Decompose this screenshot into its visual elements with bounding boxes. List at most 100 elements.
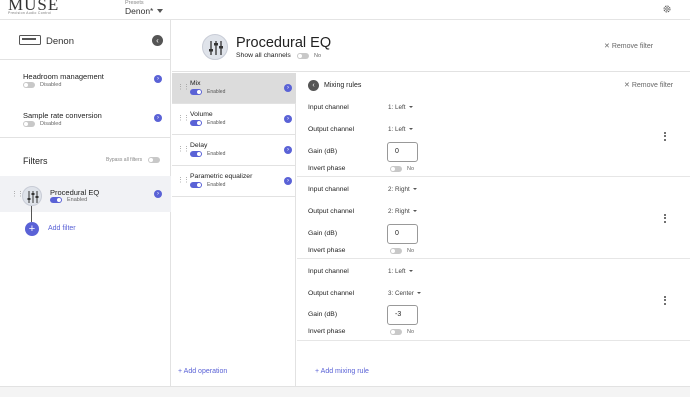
add-filter-button[interactable]: Add filter (48, 225, 76, 232)
output-channel-select[interactable]: 3: Center (388, 290, 421, 297)
page-title: Procedural EQ (236, 35, 332, 51)
input-channel-label: Input channel (308, 268, 349, 275)
operation-state: Enabled (207, 182, 226, 188)
input-channel-label: Input channel (308, 104, 349, 111)
gain-label: Gain (dB) (308, 148, 338, 155)
connector-line (31, 206, 32, 222)
filter-toggle[interactable] (50, 197, 62, 203)
output-channel-label: Output channel (308, 126, 355, 133)
top-bar: MUSE Precision Audio Control Presets Den… (0, 0, 690, 20)
setting-state: Disabled (40, 121, 62, 127)
input-channel-label: Input channel (308, 186, 349, 193)
chevron-right-icon[interactable]: › (154, 190, 162, 198)
gain-input[interactable]: -3 (387, 305, 418, 325)
remove-filter-label: Remove filter (611, 43, 654, 50)
operation-item-delay[interactable]: ⋮⋮ Delay Enabled › (172, 135, 296, 166)
invert-phase-label: Invert phase (308, 165, 346, 172)
drag-handle-icon[interactable]: ⋮⋮ (177, 83, 190, 91)
back-button[interactable]: ‹ (308, 80, 319, 91)
remove-button[interactable]: ✕ Remove filter (624, 81, 673, 89)
gain-label: Gain (dB) (308, 230, 338, 237)
invert-phase-toggle[interactable] (390, 329, 402, 335)
invert-phase-state: No (407, 329, 415, 335)
add-operation-button[interactable]: + Add operation (178, 368, 227, 375)
add-mixing-rule-button[interactable]: + Add mixing rule (315, 368, 369, 375)
invert-phase-label: Invert phase (308, 247, 346, 254)
more-options-icon[interactable] (662, 130, 668, 142)
output-channel-label: Output channel (308, 208, 355, 215)
setting-title: Sample rate conversion (23, 111, 102, 120)
preset-select[interactable]: Denon* (125, 6, 153, 16)
gain-input[interactable]: 0 (387, 142, 418, 162)
bypass-toggle[interactable] (148, 157, 160, 163)
operation-item-mix[interactable]: ⋮⋮ Mix Enabled › (172, 73, 296, 104)
input-channel-select[interactable]: 1: Left (388, 268, 413, 275)
more-options-icon[interactable] (662, 212, 668, 224)
invert-phase-state: No (407, 166, 415, 172)
operation-state: Enabled (207, 89, 226, 95)
filters-heading: Filters (23, 156, 48, 166)
app-logo-subtitle: Precision Audio Control (8, 11, 52, 15)
chevron-right-icon[interactable]: › (284, 177, 292, 185)
drag-handle-icon[interactable]: ⋮⋮ (177, 176, 190, 184)
gain-input[interactable]: 0 (387, 224, 418, 244)
operation-toggle[interactable] (190, 120, 202, 126)
device-header: Denon ‹ (0, 22, 171, 60)
operation-name: Mix (190, 80, 201, 87)
chevron-right-icon[interactable]: › (284, 115, 292, 123)
show-all-channels-label: Show all channels (236, 52, 291, 59)
setting-state: Disabled (40, 82, 62, 88)
filter-name: Procedural EQ (50, 188, 100, 197)
operation-item-volume[interactable]: ⋮⋮ Volume Enabled › (172, 104, 296, 135)
input-channel-select[interactable]: 1: Left (388, 104, 413, 111)
equalizer-icon (202, 34, 228, 60)
output-channel-select[interactable]: 1: Left (388, 126, 413, 133)
remove-filter-button[interactable]: ✕ Remove filter (604, 42, 653, 50)
gear-icon[interactable] (662, 4, 672, 14)
receiver-icon (19, 35, 41, 45)
collapse-button[interactable]: ‹ (152, 35, 163, 46)
device-name: Denon (46, 36, 74, 47)
add-mixing-rule-label: Add mixing rule (320, 368, 369, 375)
operation-state: Enabled (207, 120, 226, 126)
sample-rate-toggle[interactable] (23, 121, 35, 127)
bottom-bar (0, 386, 690, 397)
bypass-label: Bypass all filters (106, 157, 143, 163)
chevron-down-icon[interactable] (157, 9, 163, 13)
chevron-right-icon[interactable]: › (154, 114, 162, 122)
divider (0, 137, 171, 138)
gain-label: Gain (dB) (308, 311, 338, 318)
remove-label: Remove filter (631, 82, 674, 89)
operation-name: Parametric equalizer (190, 173, 253, 180)
filter-state: Enabled (67, 197, 88, 203)
more-options-icon[interactable] (662, 294, 668, 306)
output-channel-label: Output channel (308, 290, 355, 297)
rule-divider (297, 340, 690, 341)
add-filter-icon[interactable]: + (25, 222, 39, 236)
headroom-toggle[interactable] (23, 82, 35, 88)
operation-name: Delay (190, 142, 208, 149)
operation-toggle[interactable] (190, 151, 202, 157)
rule-divider (297, 176, 690, 177)
drag-handle-icon[interactable]: ⋮⋮ (177, 145, 190, 153)
operation-toggle[interactable] (190, 182, 202, 188)
operation-state: Enabled (207, 151, 226, 157)
chevron-right-icon[interactable]: › (284, 146, 292, 154)
invert-phase-state: No (407, 248, 415, 254)
drag-handle-icon[interactable]: ⋮⋮ (177, 114, 190, 122)
show-all-state: No (314, 53, 322, 59)
equalizer-icon (22, 186, 42, 206)
invert-phase-toggle[interactable] (390, 166, 402, 172)
operation-name: Volume (190, 111, 213, 118)
invert-phase-toggle[interactable] (390, 248, 402, 254)
rule-divider (297, 258, 690, 259)
chevron-right-icon[interactable]: › (284, 84, 292, 92)
show-all-toggle[interactable] (297, 53, 309, 59)
operation-toggle[interactable] (190, 89, 202, 95)
operation-item-parametric-eq[interactable]: ⋮⋮ Parametric equalizer Enabled › (172, 166, 296, 197)
setting-title: Headroom management (23, 72, 104, 81)
mixing-rules-title: Mixing rules (324, 82, 362, 89)
chevron-right-icon[interactable]: › (154, 75, 162, 83)
output-channel-select[interactable]: 2: Right (388, 208, 417, 215)
input-channel-select[interactable]: 2: Right (388, 186, 417, 193)
